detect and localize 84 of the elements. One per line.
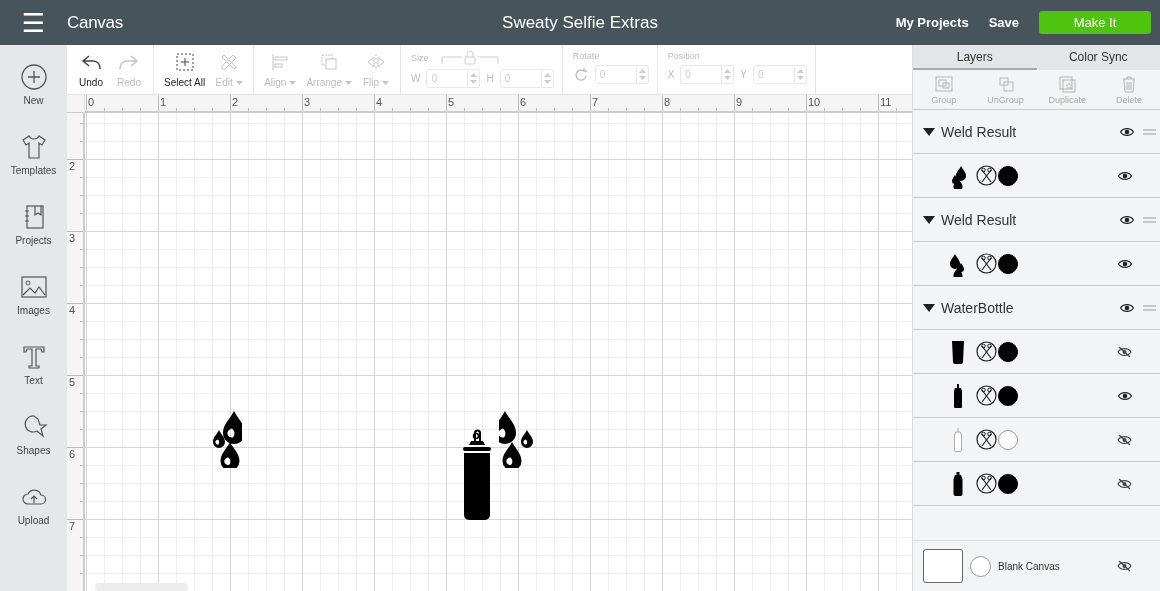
ruler-number: 11	[880, 96, 892, 108]
ruler-number: 4	[69, 304, 76, 316]
menu-button[interactable]: ☰	[0, 0, 67, 45]
eye-icon[interactable]	[1120, 126, 1134, 137]
panel-tab[interactable]: Color Sync	[1036, 45, 1160, 70]
ruler-number: 8	[664, 96, 671, 108]
ruler-number: 9	[736, 96, 743, 108]
sidebar-item[interactable]: Shapes	[0, 413, 67, 463]
color-swatch[interactable]	[998, 385, 1018, 406]
scissors-icon[interactable]	[976, 253, 997, 274]
collapse-triangle-icon[interactable]	[923, 127, 935, 136]
layer-name[interactable]: Weld Result	[941, 211, 1017, 228]
select-all-icon	[173, 51, 196, 73]
ruler-number: 6	[69, 448, 76, 460]
header-link[interactable]: Save	[988, 15, 1019, 30]
eye-icon[interactable]	[1120, 302, 1134, 313]
sidebar-item[interactable]: New	[0, 63, 67, 113]
sidebar-item[interactable]: Images	[0, 273, 67, 323]
ruler-number: 7	[69, 520, 76, 532]
ruler-number: 0	[88, 96, 95, 108]
scissors-icon[interactable]	[976, 341, 997, 362]
scissors-icon[interactable]	[976, 385, 997, 406]
sidebar-item[interactable]: Templates	[0, 133, 67, 183]
color-swatch[interactable]	[998, 165, 1018, 186]
scrollbar[interactable]	[95, 583, 188, 591]
color-swatch[interactable]	[998, 429, 1018, 450]
drag-handle-icon[interactable]	[1143, 304, 1156, 311]
drag-handle-icon[interactable]	[1143, 216, 1156, 223]
duplicate-icon	[1057, 74, 1078, 93]
scissors-icon[interactable]	[976, 165, 997, 186]
ruler-number: 3	[69, 232, 76, 244]
water-drops-drawing[interactable]	[499, 410, 533, 468]
color-swatch[interactable]	[970, 555, 991, 577]
app-name: Canvas	[67, 12, 123, 33]
group-icon	[933, 74, 954, 93]
ruler-number: 6	[520, 96, 527, 108]
color-swatch[interactable]	[998, 473, 1018, 494]
eye-icon[interactable]	[1118, 170, 1132, 181]
field-label: X	[667, 69, 675, 80]
image-icon	[19, 273, 48, 301]
sidebar-item[interactable]: Projects	[0, 203, 67, 253]
sidebar-item[interactable]: Text	[0, 343, 67, 393]
field-group-label: Rotate	[572, 51, 600, 61]
collapse-triangle-icon[interactable]	[923, 303, 935, 312]
eye-icon[interactable]	[1118, 390, 1132, 401]
field-group-label: Size	[410, 53, 429, 63]
cup-icon	[950, 338, 966, 365]
color-swatch[interactable]	[998, 253, 1018, 274]
eye-icon[interactable]	[1118, 258, 1132, 269]
hidden-eye-icon[interactable]	[1117, 433, 1132, 446]
toolbar-button[interactable]: Undo	[73, 45, 109, 94]
layer-name[interactable]: WaterBottle	[941, 299, 1014, 316]
hidden-eye-icon[interactable]	[1117, 477, 1132, 490]
layer-name: Blank Canvas	[998, 560, 1060, 572]
ruler-number: 4	[376, 96, 383, 108]
ruler-number: 1	[160, 96, 167, 108]
project-title: Sweaty Selfie Extras	[502, 12, 658, 32]
ruler-number: 10	[808, 96, 821, 108]
ruler-number: 5	[448, 96, 455, 108]
water-drops-drawing[interactable]	[212, 410, 242, 468]
ruler-number: 2	[69, 160, 76, 172]
layer-name[interactable]: Weld Result	[941, 123, 1017, 140]
field-label: H	[486, 73, 494, 84]
canvas-swatch[interactable]	[923, 549, 963, 583]
field-label: Y	[740, 69, 747, 80]
collapse-triangle-icon[interactable]	[923, 215, 935, 224]
sidebar-item[interactable]: Upload	[0, 483, 67, 533]
header-link[interactable]: My Projects	[895, 15, 969, 30]
scissors-icon[interactable]	[976, 429, 997, 450]
drag-handle-icon[interactable]	[1143, 128, 1156, 135]
ruler-number: 2	[232, 96, 239, 108]
water-bottle-drawing[interactable]	[461, 427, 493, 521]
ruler-number: 7	[592, 96, 599, 108]
scissors-icon[interactable]	[976, 473, 997, 494]
toolbar-button[interactable]: Select All	[160, 45, 210, 94]
plus-icon	[19, 63, 48, 91]
hidden-eye-icon[interactable]	[1117, 560, 1132, 572]
eye-icon[interactable]	[1120, 214, 1134, 225]
hidden-eye-icon[interactable]	[1117, 345, 1132, 358]
color-swatch[interactable]	[998, 341, 1018, 362]
ruler-number: 3	[304, 96, 311, 108]
ruler-number: 5	[69, 376, 76, 388]
field-group-label: Position	[667, 51, 700, 61]
field-label: W	[410, 73, 421, 84]
